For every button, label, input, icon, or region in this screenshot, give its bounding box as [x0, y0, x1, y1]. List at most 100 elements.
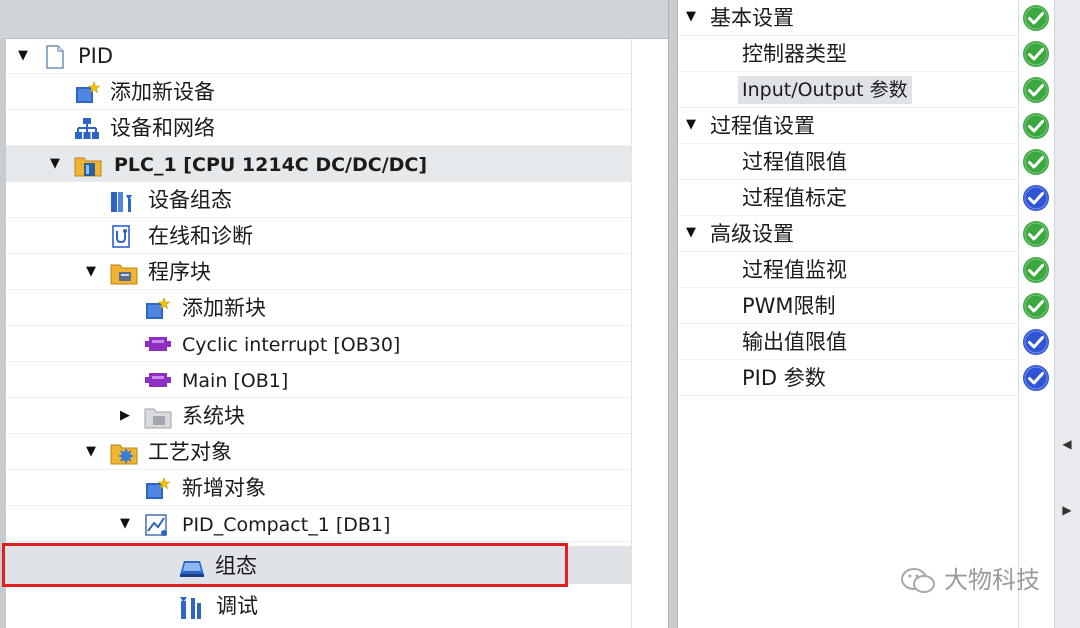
- add-block-icon: [144, 297, 171, 319]
- expand-arrow-icon[interactable]: ▶: [118, 409, 132, 423]
- tree-item-label: 组态: [215, 554, 257, 578]
- tree-item-commissioning[interactable]: 调试: [6, 588, 631, 624]
- status-ok-icon: [1022, 112, 1050, 140]
- tree-item-pid-compact[interactable]: ▼ PID_Compact_1 [DB1]: [6, 506, 631, 542]
- collapse-arrow-icon[interactable]: ▼: [686, 10, 700, 24]
- status-ok-icon: [1022, 4, 1050, 32]
- ob-block-icon: [144, 369, 171, 391]
- tree-item-program-blocks[interactable]: ▼ 程序块: [6, 254, 631, 290]
- nav-pid-parameters[interactable]: PID 参数: [678, 360, 1018, 396]
- nav-process-value-settings[interactable]: ▼ 过程值设置: [678, 108, 1018, 144]
- tree-item-configuration[interactable]: 组态: [2, 543, 568, 587]
- nav-label: PWM限制: [742, 294, 836, 318]
- scroll-right-arrow-icon[interactable]: ▶: [1061, 500, 1073, 520]
- watermark: 大物科技: [890, 563, 1060, 597]
- tree-item-label: Main [OB1]: [182, 370, 289, 392]
- tree-item-project-root[interactable]: ▼ PID: [6, 38, 631, 74]
- tree-item-label: 新增对象: [182, 476, 266, 500]
- panel-splitter[interactable]: [668, 0, 678, 628]
- online-diagnostics-icon: [110, 225, 134, 248]
- tree-item-cyclic-interrupt[interactable]: Cyclic interrupt [OB30]: [6, 326, 631, 362]
- collapse-arrow-icon[interactable]: ▼: [84, 445, 98, 459]
- tree-item-label: PID_Compact_1 [DB1]: [182, 514, 391, 536]
- tree-item-label: 系统块: [182, 404, 245, 428]
- tree-item-label: 设备和网络: [110, 116, 215, 140]
- tree-item-label: 调试: [216, 594, 258, 618]
- status-ok-icon: [1022, 292, 1050, 320]
- collapse-arrow-icon[interactable]: ▼: [84, 265, 98, 279]
- nav-label: Input/Output 参数: [738, 76, 912, 104]
- add-object-icon: [144, 477, 171, 499]
- nav-label: 过程值监视: [742, 258, 847, 282]
- watermark-text: 大物科技: [944, 566, 1040, 594]
- nav-label: 基本设置: [710, 6, 794, 30]
- ob-block-icon: [144, 333, 171, 355]
- status-ok-icon: [1022, 76, 1050, 104]
- collapse-arrow-icon[interactable]: ▼: [48, 157, 62, 171]
- wechat-logo-icon: [900, 567, 936, 599]
- collapse-arrow-icon[interactable]: ▼: [16, 49, 30, 63]
- tree-item-add-new-block[interactable]: 添加新块: [6, 290, 631, 326]
- tree-item-technology-objects[interactable]: ▼ 工艺对象: [6, 434, 631, 470]
- nav-controller-type[interactable]: 控制器类型: [678, 36, 1018, 72]
- system-blocks-folder-icon: [144, 405, 172, 429]
- nav-basic-settings[interactable]: ▼ 基本设置: [678, 0, 1018, 36]
- scroll-left-arrow-icon[interactable]: ◀: [1061, 434, 1073, 454]
- status-default-icon: [1022, 328, 1050, 356]
- nav-output-value-limits[interactable]: 输出值限值: [678, 324, 1018, 360]
- pid-settings-navigation: ▼ 基本设置 控制器类型 Input/Output 参数 ▼ 过程值设置 过程值…: [678, 0, 1080, 628]
- status-ok-icon: [1022, 220, 1050, 248]
- status-ok-icon: [1022, 148, 1050, 176]
- tree-item-devices-networks[interactable]: 设备和网络: [6, 110, 631, 146]
- collapse-arrow-icon[interactable]: ▼: [118, 517, 132, 531]
- nav-advanced-settings[interactable]: ▼ 高级设置: [678, 216, 1018, 252]
- device-config-icon: [110, 189, 134, 212]
- nav-input-output-parameters[interactable]: Input/Output 参数: [678, 72, 1018, 108]
- tree-item-label: PID: [78, 44, 114, 68]
- project-file-icon: [44, 45, 68, 69]
- nav-label: 输出值限值: [742, 330, 847, 354]
- tree-item-label: 设备组态: [148, 188, 232, 212]
- status-default-icon: [1022, 184, 1050, 212]
- tree-item-label: 程序块: [148, 260, 211, 284]
- tree-item-add-device[interactable]: 添加新设备: [6, 74, 631, 110]
- tree-item-label: 添加新块: [182, 296, 266, 320]
- nav-label: PID 参数: [742, 366, 826, 390]
- pid-compact-icon: [144, 513, 168, 536]
- tree-item-main-ob1[interactable]: Main [OB1]: [6, 362, 631, 398]
- status-default-icon: [1022, 364, 1050, 392]
- collapse-arrow-icon[interactable]: ▼: [686, 118, 700, 132]
- status-ok-icon: [1022, 256, 1050, 284]
- nav-label: 过程值标定: [742, 186, 847, 210]
- add-device-icon: [74, 81, 101, 103]
- nav-process-value-monitoring[interactable]: 过程值监视: [678, 252, 1018, 288]
- tree-item-system-blocks[interactable]: ▶ 系统块: [6, 398, 631, 434]
- configuration-icon: [177, 555, 204, 577]
- nav-label: 过程值设置: [710, 114, 815, 138]
- nav-label: 控制器类型: [742, 42, 847, 66]
- vertical-scrollbar[interactable]: ◀ ▶: [1054, 0, 1080, 628]
- tree-item-label: 在线和诊断: [148, 224, 253, 248]
- tree-item-label: 添加新设备: [110, 80, 215, 104]
- plc-icon: [74, 153, 102, 177]
- nav-process-value-limits[interactable]: 过程值限值: [678, 144, 1018, 180]
- project-tree-panel: ▼ PID 添加新设备 设备和网络 ▼ PLC_1 [CPU 1214C DC/…: [0, 0, 668, 628]
- tree-item-device-configuration[interactable]: 设备组态: [6, 182, 631, 218]
- program-blocks-folder-icon: [110, 261, 138, 285]
- tree-column-separator: [631, 38, 632, 628]
- network-icon: [74, 117, 99, 139]
- tree-item-add-new-object[interactable]: 新增对象: [6, 470, 631, 506]
- nav-pwm-limits[interactable]: PWM限制: [678, 288, 1018, 324]
- tree-item-label: PLC_1 [CPU 1214C DC/DC/DC]: [114, 154, 428, 176]
- project-tree-toolbar: [0, 0, 668, 39]
- tree-item-online-diagnostics[interactable]: 在线和诊断: [6, 218, 631, 254]
- tree-item-label: Cyclic interrupt [OB30]: [182, 334, 401, 356]
- nav-label: 高级设置: [710, 222, 794, 246]
- nav-process-value-scaling[interactable]: 过程值标定: [678, 180, 1018, 216]
- tree-item-label: 工艺对象: [148, 440, 232, 464]
- technology-objects-folder-icon: [110, 441, 138, 465]
- collapse-arrow-icon[interactable]: ▼: [686, 226, 700, 240]
- status-ok-icon: [1022, 40, 1050, 68]
- tree-item-plc[interactable]: ▼ PLC_1 [CPU 1214C DC/DC/DC]: [6, 146, 631, 182]
- nav-label: 过程值限值: [742, 150, 847, 174]
